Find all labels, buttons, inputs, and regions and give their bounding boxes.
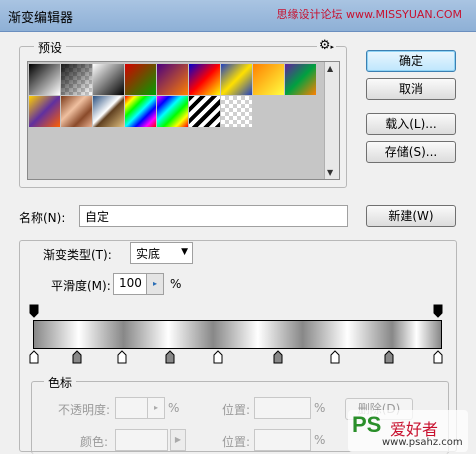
preset-violet-orange[interactable]	[157, 64, 188, 95]
smoothness-input[interactable]: 100 ▸	[113, 273, 164, 295]
preset-blue-red-yellow[interactable]	[189, 64, 220, 95]
preset-copper[interactable]	[61, 96, 92, 127]
name-label: 名称(N):	[19, 211, 66, 225]
presets-scrollbar[interactable]: ▲ ▼	[324, 62, 339, 179]
color-stop[interactable]	[29, 350, 39, 364]
opacity-unit: %	[168, 401, 180, 415]
chevron-right-icon[interactable]: ▸	[147, 398, 164, 418]
window-title: 渐变编辑器	[8, 11, 74, 26]
location-label-color: 位置:	[222, 435, 251, 449]
watermark-url: www.psahz.com	[382, 437, 463, 448]
smoothness-label: 平滑度(M):	[51, 279, 111, 293]
gradient-type-label: 渐变类型(T):	[43, 248, 112, 262]
watermark-text: 思缘设计论坛 www.MISSYUAN.COM	[276, 8, 462, 21]
color-swatch-input[interactable]	[115, 429, 168, 451]
ok-button[interactable]: 确定	[366, 50, 456, 72]
preset-spectrum[interactable]	[125, 96, 156, 127]
psahz-watermark: PS 爱好者 www.psahz.com	[348, 410, 468, 452]
color-stop[interactable]	[117, 350, 127, 364]
scroll-up-icon[interactable]: ▲	[327, 64, 333, 73]
preset-chrome[interactable]	[93, 96, 124, 127]
color-stop[interactable]	[433, 350, 443, 364]
color-label: 颜色:	[80, 435, 109, 449]
name-input[interactable]: 自定	[79, 205, 348, 227]
opacity-stop-right[interactable]	[433, 304, 443, 318]
new-button[interactable]: 新建(W)	[366, 205, 456, 227]
gradient-type-select[interactable]: 实底 ▼	[130, 242, 193, 264]
preset-transparent-checker[interactable]	[221, 96, 252, 127]
opacity-stop-left[interactable]	[29, 304, 39, 318]
smoothness-value: 100	[119, 276, 142, 290]
preset-transparent-fg[interactable]	[61, 64, 92, 95]
preset-blue-yellow-blue[interactable]	[221, 64, 252, 95]
presets-legend: 预设	[34, 39, 67, 56]
gradient-bar[interactable]	[33, 320, 442, 349]
location-unit-opacity: %	[314, 401, 326, 415]
stops-legend: 色标	[44, 374, 77, 391]
preset-violet-green-orange[interactable]	[285, 64, 316, 95]
color-stop[interactable]	[273, 350, 283, 364]
color-stop[interactable]	[165, 350, 175, 364]
presets-grid[interactable]: ▲ ▼	[27, 61, 340, 180]
color-stop[interactable]	[72, 350, 82, 364]
gradient-type-value: 实底	[136, 247, 161, 261]
opacity-input[interactable]: ▸	[115, 397, 165, 419]
scroll-down-icon[interactable]: ▼	[327, 168, 333, 177]
preset-yellow-violet-orange[interactable]	[29, 96, 60, 127]
preset-black-white[interactable]	[29, 64, 60, 95]
cancel-button[interactable]: 取消	[366, 78, 456, 100]
load-button[interactable]: 载入(L)...	[366, 113, 456, 135]
opacity-label: 不透明度:	[58, 403, 111, 417]
preset-stripes[interactable]	[189, 96, 220, 127]
color-stop[interactable]	[330, 350, 340, 364]
location-input-color[interactable]	[254, 429, 311, 451]
name-value: 自定	[85, 210, 110, 224]
preset-red-green[interactable]	[125, 64, 156, 95]
watermark-logo: PS	[352, 412, 382, 437]
smoothness-unit: %	[170, 277, 182, 291]
gear-icon[interactable]: ⚙▸	[316, 38, 336, 53]
chevron-right-icon[interactable]: ▸	[146, 274, 163, 294]
location-unit-color: %	[314, 433, 326, 447]
save-button[interactable]: 存储(S)...	[366, 141, 456, 163]
color-stop[interactable]	[384, 350, 394, 364]
location-input-opacity[interactable]	[254, 397, 311, 419]
chevron-down-icon: ▼	[181, 247, 188, 257]
location-label-opacity: 位置:	[222, 403, 251, 417]
preset-orange-yellow[interactable]	[253, 64, 284, 95]
chevron-right-icon[interactable]: ▶	[170, 429, 186, 451]
preset-rainbow[interactable]	[157, 96, 188, 127]
preset-black-white-2[interactable]	[93, 64, 124, 95]
color-stop[interactable]	[213, 350, 223, 364]
title-bar: 渐变编辑器 思缘设计论坛 www.MISSYUAN.COM	[0, 0, 476, 32]
